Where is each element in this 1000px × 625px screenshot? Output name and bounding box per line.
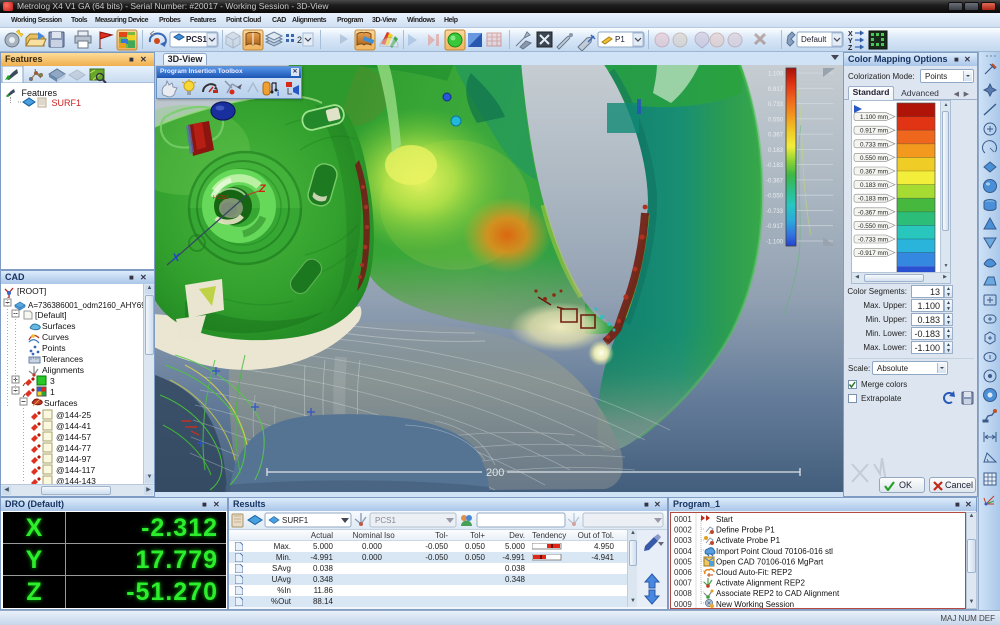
svg-text:0.733: 0.733: [768, 102, 784, 108]
svg-text:Open CAD 70106-016 MgPart: Open CAD 70106-016 MgPart: [716, 557, 824, 566]
svg-text:New Working Session: New Working Session: [716, 600, 794, 608]
svg-text:PCS1: PCS1: [375, 516, 396, 525]
svg-text:0.550 mm: 0.550 mm: [860, 155, 888, 162]
svg-text:@144-117: @144-117: [56, 465, 95, 475]
svg-text:Activate Probe P1: Activate Probe P1: [716, 536, 781, 545]
svg-text:1: 1: [50, 387, 55, 397]
svg-text:0.917 mm: 0.917 mm: [860, 128, 888, 135]
svg-text:0006: 0006: [674, 568, 692, 577]
svg-text:Surfaces: Surfaces: [44, 398, 78, 408]
svg-text:1.100 mm: 1.100 mm: [860, 114, 888, 121]
svg-text:-0.367: -0.367: [766, 178, 784, 184]
svg-text:Z: Z: [848, 45, 853, 51]
svg-text:X: X: [171, 252, 180, 264]
svg-text:200: 200: [486, 467, 504, 479]
svg-text:0007: 0007: [674, 579, 692, 588]
svg-text:Cloud Auto-Fit: REP2: Cloud Auto-Fit: REP2: [716, 568, 793, 577]
svg-text:0004: 0004: [674, 547, 692, 556]
svg-text:Alignments: Alignments: [42, 365, 84, 375]
svg-text:0001: 0001: [674, 515, 692, 524]
svg-text:-0.183 mm: -0.183 mm: [858, 196, 888, 203]
svg-text:0.550: 0.550: [768, 117, 784, 123]
svg-text:0.183: 0.183: [768, 148, 784, 154]
svg-text:P1: P1: [615, 35, 625, 44]
svg-text:Y: Y: [848, 38, 853, 45]
svg-text:SURF1: SURF1: [282, 516, 309, 525]
svg-text:Start: Start: [716, 515, 734, 524]
svg-text:-0.367 mm: -0.367 mm: [858, 209, 888, 216]
svg-text:@144-97: @144-97: [56, 454, 91, 464]
svg-text:-0.917 mm: -0.917 mm: [858, 250, 888, 257]
svg-text:Tolerances: Tolerances: [42, 354, 83, 364]
svg-text:0.183 mm: 0.183 mm: [860, 182, 888, 189]
svg-text:[ROOT]: [ROOT]: [17, 286, 46, 296]
svg-text:0003: 0003: [674, 536, 692, 545]
svg-text:2: 2: [297, 35, 302, 45]
svg-text:Z: Z: [258, 183, 267, 195]
svg-text:@144-57: @144-57: [56, 432, 91, 442]
svg-text:0009: 0009: [674, 600, 692, 608]
svg-text:0.917: 0.917: [768, 87, 784, 93]
svg-text:[Default]: [Default]: [35, 310, 67, 320]
svg-text:@144-77: @144-77: [56, 443, 91, 453]
svg-text:Define Probe P1: Define Probe P1: [716, 526, 775, 535]
svg-text:PCS1: PCS1: [186, 35, 207, 44]
svg-text:Import Point Cloud 70106-016 s: Import Point Cloud 70106-016 stl: [716, 547, 833, 556]
svg-text:-0.183: -0.183: [766, 163, 784, 169]
svg-text:0.367: 0.367: [768, 133, 784, 139]
svg-text:0.733 mm: 0.733 mm: [860, 141, 888, 148]
svg-text:PCS1: PCS1: [213, 195, 229, 201]
svg-text:A=736386001_odm2160_AHY69641_0: A=736386001_odm2160_AHY69641_0: [28, 301, 154, 310]
svg-text:@144-25: @144-25: [56, 410, 91, 420]
svg-text:Activate Alignment REP2: Activate Alignment REP2: [716, 579, 805, 588]
svg-text:Surfaces: Surfaces: [42, 321, 76, 331]
svg-text:Points: Points: [42, 343, 66, 353]
svg-text:i: i: [277, 89, 279, 98]
svg-text:-0.917: -0.917: [766, 224, 784, 230]
svg-text:1.100: 1.100: [768, 72, 784, 78]
svg-text:3: 3: [50, 376, 55, 386]
svg-text:-1.100: -1.100: [766, 240, 784, 246]
svg-text:@144-41: @144-41: [56, 421, 91, 431]
svg-text:0005: 0005: [674, 557, 692, 566]
svg-text:Curves: Curves: [42, 332, 69, 342]
svg-text:0.367 mm: 0.367 mm: [860, 169, 888, 176]
svg-text:-0.550: -0.550: [766, 194, 784, 200]
svg-text:-0.550 mm: -0.550 mm: [858, 223, 888, 230]
svg-text:0002: 0002: [674, 526, 692, 535]
svg-text:-0.733 mm: -0.733 mm: [858, 237, 888, 244]
svg-text:0008: 0008: [674, 589, 692, 598]
svg-text:Default: Default: [801, 35, 827, 44]
svg-text:-0.733: -0.733: [766, 209, 784, 215]
svg-text:Associate REP2 to CAD Alignmen: Associate REP2 to CAD Alignment: [716, 589, 840, 598]
svg-text:X: X: [848, 31, 853, 38]
